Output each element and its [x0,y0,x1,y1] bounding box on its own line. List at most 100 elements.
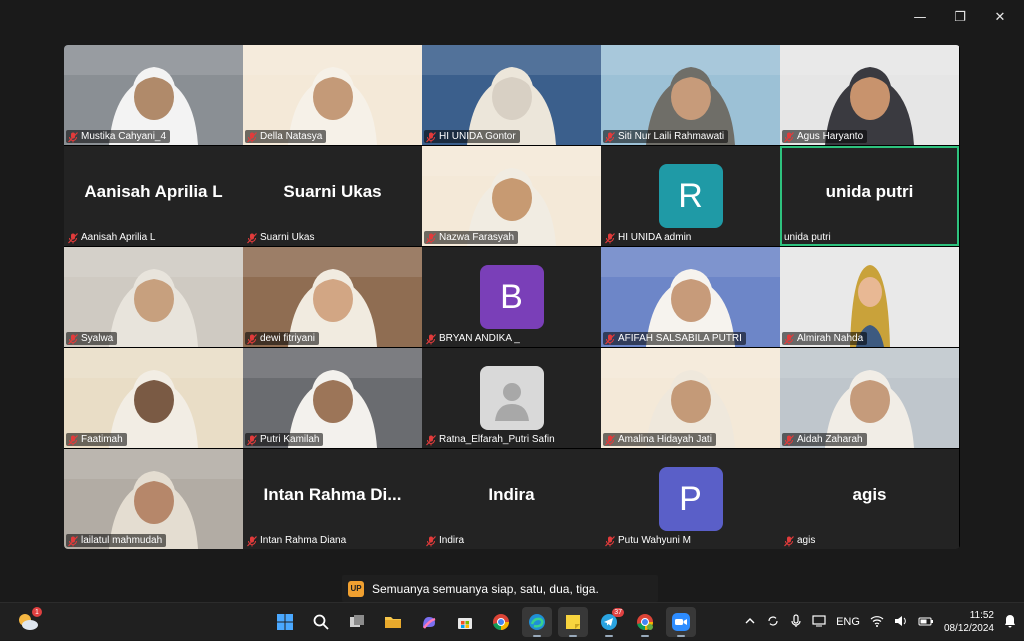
participant-name: Almirah Nahda [797,333,864,344]
live-caption: UP Semuanya semuanya siap, satu, dua, ti… [342,575,658,602]
chevron-up-icon[interactable] [744,615,756,630]
participant-tile[interactable]: Siti Nur Laili Rahmawati [601,45,780,145]
muted-mic-icon [68,333,78,344]
store-icon[interactable] [450,607,480,637]
language-indicator[interactable]: ENG [836,616,860,628]
participant-tile[interactable]: Aidah Zaharah [780,348,959,448]
muted-mic-icon [784,131,794,142]
participant-name: Mustika Cahyani_4 [81,131,167,142]
wifi-icon[interactable] [870,615,884,630]
participant-tile[interactable]: Mustika Cahyani_4 [64,45,243,145]
participant-name: Amalina Hidayah Jati [618,434,712,445]
participant-name-label: BRYAN ANDIKA _ [424,332,524,345]
participant-tile[interactable]: Suarni Ukas Suarni Ukas [243,146,422,246]
taskbar-apps: 37 [270,607,696,637]
participant-name: lailatul mahmudah [81,535,163,546]
microphone-icon[interactable] [790,613,802,631]
participant-tile[interactable]: B BRYAN ANDIKA _ [422,247,601,347]
display-icon[interactable] [812,614,826,630]
participant-tile[interactable]: Indira Indira [422,449,601,549]
muted-mic-icon [68,131,78,142]
chrome-icon[interactable] [486,607,516,637]
participant-tile[interactable]: Amalina Hidayah Jati [601,348,780,448]
participant-tile[interactable]: Della Natasya [243,45,422,145]
participant-name-label: Agus Haryanto [782,130,868,143]
search-icon[interactable] [306,607,336,637]
zoom-meeting-window: — ❐ ✕ Mustika Cahyani_4 Della Natasya HI U… [0,0,1024,602]
sync-icon[interactable] [766,614,780,631]
participant-display-name: agis [852,485,887,504]
participant-tile[interactable]: lailatul mahmudah [64,449,243,549]
participant-display-name: Indira [488,485,535,504]
participant-name-label: dewi fitriyani [245,332,320,345]
clock-date: 08/12/2024 [943,623,994,634]
participant-tile[interactable]: Putri Kamilah [243,348,422,448]
muted-mic-icon [247,434,257,445]
default-user-icon [479,366,544,430]
notification-bell-icon[interactable] [1004,614,1016,631]
caption-speaker-avatar: UP [348,580,364,597]
muted-mic-icon [68,232,78,243]
participant-tile[interactable]: Agus Haryanto [780,45,959,145]
sticky-notes-icon[interactable] [558,607,588,637]
participant-name: Syalwa [81,333,114,344]
participant-tile[interactable]: R HI UNIDA admin [601,146,780,246]
muted-mic-icon [784,535,794,546]
participant-avatar: R [658,164,723,228]
participant-tile[interactable]: Ratna_Elfarah_Putri Safin [422,348,601,448]
weather-widget-icon[interactable]: 1 [16,607,42,634]
participant-tile[interactable]: unida putri unida putri [780,146,959,246]
participant-name-label: Della Natasya [245,130,327,143]
edge-icon[interactable] [522,607,552,637]
gallery-view: Mustika Cahyani_4 Della Natasya HI UNIDA G… [64,45,960,549]
participant-avatar: P [658,467,723,531]
participant-tile[interactable]: Faatimah [64,348,243,448]
participant-tile[interactable]: AFIFAH SALSABILA PUTRI [601,247,780,347]
battery-icon[interactable] [918,615,934,630]
participant-tile[interactable]: Almirah Nahda [780,247,959,347]
muted-mic-icon [605,333,615,344]
participant-name-label: unida putri [782,231,835,244]
participant-avatar: B [479,265,544,329]
participant-name-label: Aidah Zaharah [782,433,867,446]
participant-tile[interactable]: Nazwa Farasyah [422,146,601,246]
close-button[interactable]: ✕ [982,6,1018,28]
participant-name: agis [797,535,816,546]
participant-name: Siti Nur Laili Rahmawati [618,131,725,142]
participant-name-label: AFIFAH SALSABILA PUTRI [603,332,746,345]
participant-name: Aanisah Aprilia L [81,232,156,243]
maximize-button[interactable]: ❐ [942,6,978,28]
telegram-icon[interactable]: 37 [594,607,624,637]
participant-tile[interactable]: P Putu Wahyuni M [601,449,780,549]
zoom-icon[interactable] [666,607,696,637]
volume-icon[interactable] [894,615,908,630]
participant-name-label: Amalina Hidayah Jati [603,433,716,446]
muted-mic-icon [426,535,436,546]
taskbar-clock[interactable]: 11:52 08/12/2024 [944,609,994,635]
start-icon[interactable] [270,607,300,637]
participant-tile[interactable]: Intan Rahma Di... Intan Rahma Diana [243,449,422,549]
participant-name: Della Natasya [260,131,323,142]
weather-badge: 1 [32,607,42,617]
muted-mic-icon [247,535,257,546]
muted-mic-icon [784,333,794,344]
minimize-button[interactable]: — [902,6,938,28]
participant-name: Ratna_Elfarah_Putri Safin [439,434,555,445]
participant-name-label: Nazwa Farasyah [424,231,519,244]
muted-mic-icon [605,535,615,546]
participant-tile[interactable]: agis agis [780,449,959,549]
file-explorer-icon[interactable] [378,607,408,637]
participant-tile[interactable]: Syalwa [64,247,243,347]
participant-display-name: unida putri [825,182,914,201]
copilot-icon[interactable] [414,607,444,637]
chrome-profile-icon[interactable] [630,607,660,637]
task-view-icon[interactable] [342,607,372,637]
participant-tile[interactable]: HI UNIDA Gontor [422,45,601,145]
participant-name-label: Aanisah Aprilia L [66,231,160,244]
participant-tile[interactable]: dewi fitriyani [243,247,422,347]
participant-name: AFIFAH SALSABILA PUTRI [618,333,742,344]
participant-tile[interactable]: Aanisah Aprilia L Aanisah Aprilia L [64,146,243,246]
participant-name-label: Mustika Cahyani_4 [66,130,171,143]
muted-mic-icon [426,131,436,142]
participant-name-label: Intan Rahma Diana [245,534,350,547]
